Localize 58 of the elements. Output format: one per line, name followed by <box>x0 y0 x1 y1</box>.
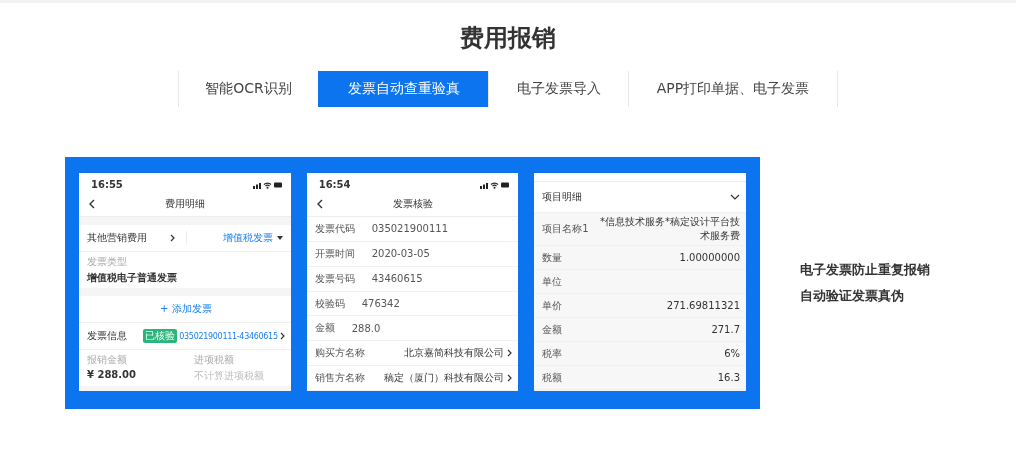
field-value: 476342 <box>360 298 401 309</box>
back-icon[interactable] <box>316 199 323 209</box>
screen-title: 费用明细 <box>164 198 205 209</box>
field-label: 报销金额 <box>87 353 128 367</box>
status-time: 16:54 <box>318 179 351 190</box>
field-label: 单价 <box>542 298 563 313</box>
field-value: 6% <box>724 348 740 359</box>
field-label: 数量 <box>542 250 563 265</box>
field-value: 增值税电子普通发票 <box>87 271 178 285</box>
field-label: 发票代码 <box>314 221 355 236</box>
field-value: 2020-03-05 <box>370 248 431 260</box>
field-label: 单位 <box>542 274 563 289</box>
feature-caption: 自动验证发票真伪 <box>800 287 905 305</box>
field-value: 43460615 <box>370 273 424 285</box>
field-value[interactable]: 稿定（厦门）科技有限公司 <box>367 371 505 386</box>
chevron-right-icon <box>507 349 513 358</box>
chevron-right-icon <box>279 332 285 340</box>
field-value: 271.7 <box>711 324 740 335</box>
field-value: 271.69811321 <box>666 300 740 311</box>
chevron-right-icon <box>507 374 513 383</box>
category-label: 其他营销费用 <box>87 231 147 245</box>
field-label: 发票号码 <box>314 271 355 286</box>
amount-value: ¥ 288.00 <box>87 369 138 380</box>
field-label: 进项税额 <box>193 353 235 367</box>
field-value[interactable]: 北京嘉简科技有限公司 <box>367 346 505 361</box>
chevron-down-icon[interactable] <box>730 194 740 200</box>
invoice-type-select[interactable]: 增值税发票 <box>222 231 273 245</box>
status-badge: 已核验 <box>143 329 178 343</box>
field-label: 购买方名称 <box>314 346 365 361</box>
page-title: 费用报销 <box>459 23 557 54</box>
screen-title: 发票核验 <box>392 198 433 209</box>
status-icons <box>480 180 511 189</box>
field-label: 发票信息 <box>87 329 127 343</box>
field-label: 销售方名称 <box>314 371 365 386</box>
add-invoice-link[interactable]: + 添加发票 <box>160 302 212 316</box>
status-icons <box>252 180 283 189</box>
field-label: 金额 <box>542 322 563 337</box>
field-label: 税额 <box>542 370 563 385</box>
feature-caption: 电子发票防止重复报销 <box>800 261 930 279</box>
feature-tab[interactable]: 发票自动查重验真 <box>318 71 488 107</box>
field-label: 金额 <box>314 321 335 336</box>
field-label: 校验码 <box>314 296 345 311</box>
invoice-number[interactable]: 035021900111-43460615 <box>179 331 278 341</box>
field-value: 035021900111 <box>370 223 450 235</box>
feature-tab[interactable]: APP打印单据、电子发票 <box>628 71 838 107</box>
field-value: 288.0 <box>350 322 382 334</box>
field-label: 税率 <box>542 346 563 361</box>
field-value: 16.3 <box>717 372 740 383</box>
field-label: 开票时间 <box>314 246 355 261</box>
field-label: 发票类型 <box>87 255 128 269</box>
field-value: 1.00000000 <box>679 252 740 263</box>
field-label: 项目名称1 <box>542 222 589 236</box>
field-value: *信息技术服务*稿定设计平台技术服务费 <box>599 215 740 243</box>
section-title: 项目明细 <box>542 190 583 204</box>
status-time: 16:55 <box>91 179 123 190</box>
caret-down-icon <box>276 236 283 240</box>
back-icon[interactable] <box>89 199 95 209</box>
chevron-right-icon <box>169 234 175 242</box>
